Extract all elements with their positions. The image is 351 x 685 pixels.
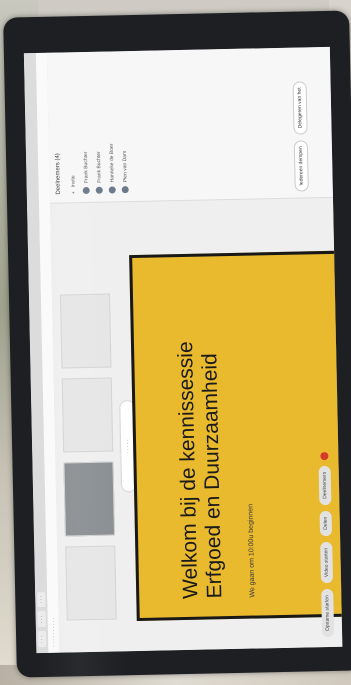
participant-name: Pien van Dam	[121, 150, 129, 183]
slide-title: Welkom bij de kennissessie Erfgoed en Du…	[174, 341, 228, 599]
video-tile[interactable]	[65, 545, 117, 621]
leave-call-button[interactable]	[320, 451, 329, 460]
invite-icon: +	[70, 191, 77, 195]
participant-name: Hanneke de Boer	[108, 143, 116, 183]
slide-title-line2: Erfgoed en Duurzaamheid	[198, 353, 227, 599]
video-tile[interactable]	[59, 293, 112, 369]
shared-slide: Welkom bij de kennissessie Erfgoed en Du…	[129, 250, 343, 622]
slide-subtitle: We gaan om 10:00u beginnen	[247, 503, 257, 598]
meeting-stage: · · · · · Welkom bij de kennissessie Erf…	[50, 197, 343, 653]
video-button[interactable]: Video starten	[320, 541, 334, 584]
participant-name: Frank Buchter	[82, 151, 90, 184]
record-button[interactable]: Opname starten	[321, 589, 335, 638]
avatar	[121, 186, 129, 194]
invite-label: Invite	[70, 175, 77, 188]
panel-actions: Iedereen dempen Delegeren van het	[292, 53, 309, 192]
participants-button[interactable]: Deelnemers	[318, 465, 332, 505]
avatar	[95, 186, 103, 194]
browser-tab[interactable]: · · ·	[37, 611, 46, 628]
participants-panel: Deelnemers (4) + Invite Frank Buchter Fr…	[46, 46, 333, 204]
participant-row[interactable]: Pien van Dam	[116, 51, 132, 201]
avatar	[108, 186, 116, 194]
meeting-body: · · · · · Welkom bij de kennissessie Erf…	[46, 46, 343, 653]
video-tile[interactable]	[63, 461, 115, 537]
avatar	[82, 186, 90, 195]
address-bar[interactable]: · · · · · · · · · ·	[50, 618, 57, 647]
share-button[interactable]: Delen	[319, 510, 333, 536]
monitor-screen: · · · · · · · · · · · · · · · · · · · · …	[23, 46, 343, 654]
video-tile[interactable]	[61, 377, 114, 453]
browser-tab[interactable]: · · ·	[37, 631, 47, 648]
delegate-button[interactable]: Delegeren van het	[292, 81, 308, 135]
photo-scene: · · · · · · · · · · · · · · · · · · · · …	[0, 0, 351, 685]
participant-name: Frank Buchter	[95, 151, 103, 183]
video-filmstrip	[59, 293, 121, 621]
mute-all-button[interactable]: Iedereen dempen	[293, 140, 309, 192]
browser-tab[interactable]: · · ·	[37, 591, 46, 608]
monitor-bezel: · · · · · · · · · · · · · · · · · · · · …	[3, 10, 351, 678]
